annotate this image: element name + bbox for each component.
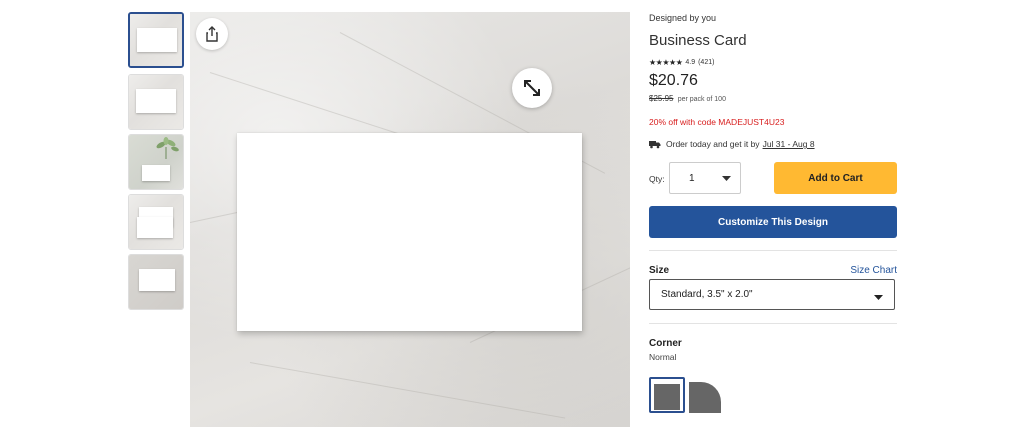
- divider: [649, 323, 897, 324]
- star-rating-icon: ★★★★★: [649, 58, 683, 67]
- share-button[interactable]: [196, 18, 228, 50]
- product-title: Business Card: [649, 32, 747, 49]
- chevron-down-icon: [712, 163, 740, 193]
- card-preview: [137, 28, 177, 52]
- rounded-corner-icon: [689, 382, 721, 413]
- old-price: $25.95: [649, 94, 674, 103]
- corner-value: Normal: [649, 352, 677, 362]
- price: $20.76: [649, 72, 698, 89]
- card-preview: [139, 269, 175, 291]
- business-card-preview: [237, 133, 582, 331]
- promo-text: 20% off with code MADEJUST4U23: [649, 117, 785, 127]
- qty-label: Qty:: [649, 174, 665, 184]
- thumbnail-2[interactable]: [128, 74, 184, 130]
- plant-image: [156, 137, 179, 159]
- expand-icon: [524, 80, 540, 96]
- card-preview: [137, 217, 173, 238]
- product-image: [190, 12, 630, 427]
- shipping-info: Order today and get it by Jul 31 - Aug 8: [649, 139, 815, 149]
- size-chart-link[interactable]: Size Chart: [850, 265, 897, 276]
- shipping-text: Order today and get it by: [666, 139, 760, 149]
- quantity-select[interactable]: 1: [669, 162, 741, 194]
- rating[interactable]: ★★★★★ 4.9 (421): [649, 58, 714, 67]
- shipping-date-link[interactable]: Jul 31 - Aug 8: [763, 139, 815, 149]
- corner-option-normal[interactable]: [649, 377, 685, 413]
- old-price-row: $25.95 per pack of 100: [649, 94, 726, 103]
- square-corner-icon: [654, 384, 680, 410]
- share-icon: [206, 26, 218, 42]
- per-pack-label: per pack of 100: [677, 96, 726, 103]
- designed-by-label: Designed by you: [649, 13, 717, 23]
- expand-button[interactable]: [512, 68, 552, 108]
- thumbnail-4[interactable]: [128, 194, 184, 250]
- thumbnail-1[interactable]: [128, 12, 184, 68]
- customize-design-button[interactable]: Customize This Design: [649, 206, 897, 238]
- chevron-down-icon: [874, 292, 883, 303]
- card-preview: [136, 89, 176, 113]
- corner-label: Corner: [649, 338, 682, 349]
- review-count: (421): [698, 59, 715, 66]
- size-label: Size: [649, 265, 670, 276]
- size-select[interactable]: Standard, 3.5" x 2.0": [649, 279, 895, 310]
- thumbnail-3[interactable]: [128, 134, 184, 190]
- corner-option-rounded[interactable]: [687, 377, 723, 413]
- qty-value: 1: [689, 172, 695, 184]
- truck-icon: [649, 140, 661, 148]
- add-to-cart-button[interactable]: Add to Cart: [774, 162, 897, 194]
- thumbnail-5[interactable]: [128, 254, 184, 310]
- card-preview: [142, 165, 170, 181]
- rating-value: 4.9: [685, 59, 696, 66]
- divider: [649, 250, 897, 251]
- size-selected-value: Standard, 3.5" x 2.0": [661, 289, 753, 300]
